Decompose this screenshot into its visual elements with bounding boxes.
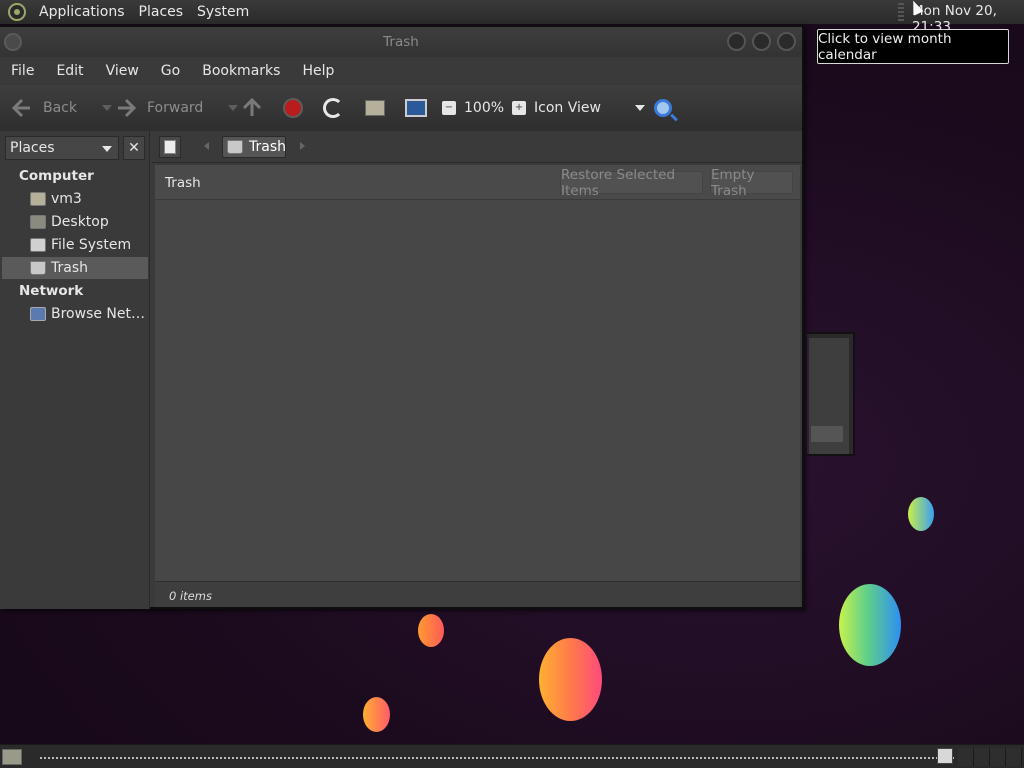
panel-menu-system[interactable]: System [190,4,256,20]
decorative-bubble [908,497,934,531]
sidebar-item-file-system[interactable]: File System [2,234,148,256]
view-mode-select[interactable]: Icon View [522,96,645,120]
toolbar: Back Forward − 100% + Icon View [0,85,802,131]
search-button[interactable] [654,96,672,120]
info-bar-title: Trash [165,175,201,191]
sidebar-heading-network: Network [19,283,84,299]
background-window[interactable] [807,332,855,456]
show-desktop-icon[interactable] [2,749,22,765]
status-bar: 0 items [155,581,800,607]
location-bar: Trash [152,131,802,163]
calendar-tooltip: Click to view month calendar [817,29,1009,64]
stop-icon [283,98,303,118]
back-label: Back [43,100,77,116]
panel-menu-places[interactable]: Places [132,4,191,20]
forward-history-dropdown[interactable] [228,105,238,111]
computer-button[interactable] [405,96,427,120]
view-mode-label: Icon View [534,100,601,116]
breadcrumb-label: Trash [249,139,286,155]
zoom-level[interactable]: 100% [464,100,504,116]
workspace-switcher-active[interactable] [937,748,953,764]
home-button[interactable] [365,96,385,120]
home-folder-icon [30,192,46,206]
home-folder-icon [365,100,385,116]
back-history-dropdown[interactable] [102,105,112,111]
top-panel: Applications Places System Mon Nov 20, 2… [0,0,1024,35]
window-menu-icon[interactable] [4,33,22,51]
stop-button[interactable] [283,96,303,120]
sidebar-item-browse-network[interactable]: Browse Net… [2,303,148,325]
bottom-panel [0,744,1024,768]
menu-go[interactable]: Go [150,63,191,79]
file-manager-window: Trash File Edit View Go Bookmarks Help B… [0,25,804,609]
window-title: Trash [383,34,419,50]
decorative-bubble [539,638,602,721]
edit-location-button[interactable] [159,136,181,158]
close-window-button[interactable] [777,32,796,51]
decorative-bubble [839,584,901,666]
forward-arrow-icon [118,98,137,118]
restore-selected-button[interactable]: Restore Selected Items [560,167,703,199]
status-item-count: 0 items [169,589,212,603]
up-arrow-icon [242,97,262,116]
sidebar-item-trash[interactable]: Trash [2,257,148,279]
chevron-down-icon [102,146,112,152]
menubar: File Edit View Go Bookmarks Help [0,57,802,85]
panel-separator [898,3,904,21]
forward-label: Forward [147,100,204,116]
sidebar-heading-computer: Computer [19,168,94,184]
maximize-button[interactable] [752,32,771,51]
distro-logo-icon[interactable] [8,3,26,21]
sidebar-item-label: Trash [51,260,88,276]
pencil-icon [164,140,176,154]
trash-info-bar: Trash Restore Selected Items Empty Trash [155,165,800,200]
close-sidebar-button[interactable]: ✕ [123,136,145,160]
menu-view[interactable]: View [95,63,150,79]
menu-edit[interactable]: Edit [45,63,94,79]
menu-help[interactable]: Help [291,63,345,79]
back-button[interactable]: Back [11,96,77,120]
sidebar-item-label: Browse Net… [51,306,146,322]
breadcrumb-scroll-left[interactable] [204,142,209,150]
breadcrumb-scroll-right[interactable] [300,142,305,150]
sidebar-mode-select[interactable]: Places [5,136,119,160]
network-icon [30,307,46,321]
back-arrow-icon [11,98,30,118]
decorative-bubble [418,614,444,647]
sidebar-item-label: vm3 [51,191,82,207]
panel-menu-applications[interactable]: Applications [32,4,132,20]
menu-file[interactable]: File [0,63,45,79]
menu-bookmarks[interactable]: Bookmarks [191,63,291,79]
decorative-bubble [363,697,390,732]
sidebar-item-label: File System [51,237,132,253]
window-list[interactable] [40,757,955,759]
search-icon [654,99,672,117]
reload-icon [323,98,343,118]
sidebar-item-vm3[interactable]: vm3 [2,188,148,210]
minimize-button[interactable] [727,32,746,51]
computer-icon [405,99,427,117]
empty-trash-button[interactable]: Empty Trash [710,167,793,199]
workspace-switcher[interactable] [958,748,1022,766]
filesystem-icon [30,238,46,252]
forward-button[interactable]: Forward [115,96,203,120]
sidebar: Places ✕ Computer vm3 Desktop File Syste… [0,131,150,609]
desktop-folder-icon [30,215,46,229]
up-button[interactable] [241,96,263,120]
reload-button[interactable] [323,96,343,120]
zoom-out-button[interactable]: − [442,101,456,115]
window-titlebar[interactable]: Trash [0,27,802,57]
sidebar-mode-label: Places [10,140,55,156]
file-view[interactable]: Trash Restore Selected Items Empty Trash [155,165,800,607]
trash-icon [30,261,46,275]
zoom-controls: − 100% + [442,96,527,120]
breadcrumb-trash[interactable]: Trash [222,136,286,158]
trash-icon [227,140,243,154]
sidebar-item-label: Desktop [51,214,109,230]
background-window-button[interactable] [811,426,843,442]
chevron-down-icon [634,105,645,111]
sidebar-item-desktop[interactable]: Desktop [2,211,148,233]
